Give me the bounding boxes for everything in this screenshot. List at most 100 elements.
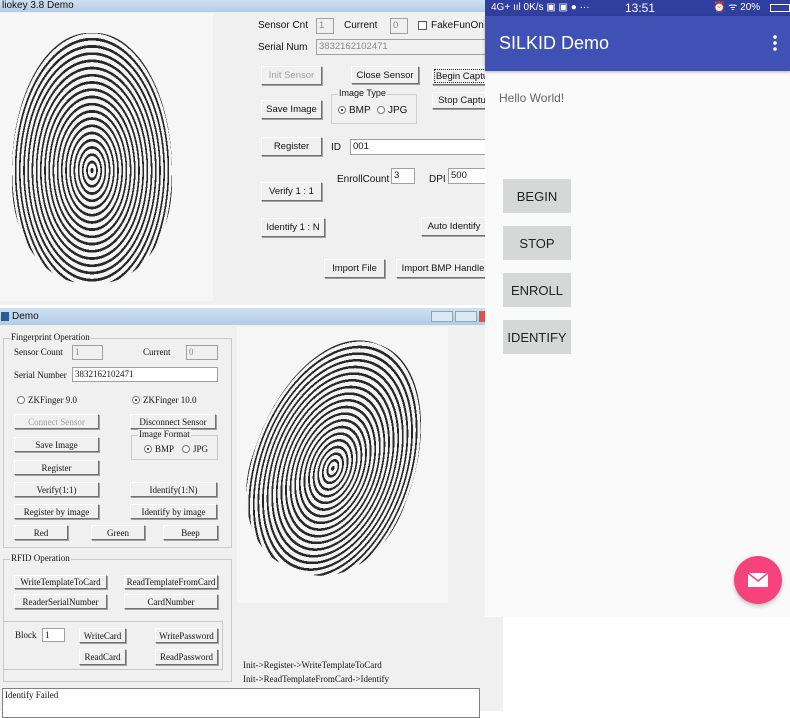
enroll-button[interactable]: ENROLL: [503, 273, 571, 307]
android-screen: 4G+ ııl 0K/s ▣ ▣ ● ··· 13:51 ⏰ ᯤ 20% SIL…: [485, 0, 790, 617]
fingerprint-image: [237, 327, 448, 603]
stop-capture-button[interactable]: Stop Captu: [432, 92, 492, 109]
connect-sensor-button[interactable]: Connect Sensor: [14, 414, 99, 429]
radio-icon: [182, 445, 190, 453]
red-button[interactable]: Red: [14, 525, 68, 540]
app-title: SILKID Demo: [499, 33, 610, 53]
save-image-button[interactable]: Save Image: [261, 100, 322, 119]
group-label: Image Format: [138, 429, 191, 439]
fake-fun-checkbox[interactable]: [418, 21, 427, 30]
battery-icon: [770, 4, 790, 12]
enroll-count-label: EnrollCount: [337, 174, 390, 185]
top-demo-window: liokey 3.8 Demo Sensor Cnt 1 Current 0 F…: [0, 0, 492, 305]
dpi-label: DPI: [429, 174, 446, 185]
id-label: ID: [331, 142, 341, 153]
image-type-label: Image Type: [338, 88, 387, 98]
import-bmp-button[interactable]: Import BMP Handle: [396, 259, 490, 278]
window-title: Demo: [12, 311, 39, 322]
write-template-button[interactable]: WriteTemplateToCard: [14, 575, 107, 589]
status-right: ⏰ ᯤ 20%: [713, 2, 761, 13]
bmp-radio[interactable]: BMP: [144, 444, 174, 454]
read-password-button[interactable]: ReadPassword: [155, 649, 218, 665]
group-label: RFID Operation: [10, 553, 71, 563]
status-bar: 4G+ ııl 0K/s ▣ ▣ ● ··· 13:51 ⏰ ᯤ 20%: [485, 0, 790, 16]
serial-number-label: Serial Number: [14, 370, 67, 380]
log-output[interactable]: Identify Failed: [2, 688, 480, 718]
sensor-cnt-label: Sensor Cnt: [258, 20, 309, 31]
bmp-radio[interactable]: BMP: [338, 105, 371, 116]
init-sensor-button[interactable]: Init Sensor: [261, 66, 322, 85]
hint-identify-flow: Init->ReadTemplateFromCard->Identify: [243, 674, 389, 684]
serial-num-field[interactable]: 3832162102471: [316, 39, 490, 55]
sensor-count-field[interactable]: 1: [72, 345, 103, 360]
verify-button[interactable]: Verify 1 : 1: [261, 182, 322, 201]
bottom-demo-window: Demo Fingerprint Operation Sensor Count …: [0, 308, 503, 718]
auto-identify-button[interactable]: Auto Identify: [421, 217, 487, 236]
radio-icon: [17, 396, 25, 404]
current-field[interactable]: 0: [390, 18, 408, 34]
app-toolbar: SILKID Demo: [485, 16, 790, 71]
title-bar: liokey 3.8 Demo: [0, 0, 490, 12]
fab-mail-button[interactable]: [734, 556, 782, 604]
begin-capture-button[interactable]: Begin Captu: [432, 67, 492, 85]
minimize-button[interactable]: [431, 311, 453, 322]
app-icon: [1, 312, 9, 321]
register-button[interactable]: Register: [14, 460, 99, 475]
identify-button[interactable]: Identify 1 : N: [261, 218, 325, 237]
overflow-menu-icon[interactable]: [773, 34, 777, 52]
mail-icon: [747, 572, 769, 587]
save-image-button[interactable]: Save Image: [14, 437, 99, 452]
title-bar: Demo: [0, 308, 503, 325]
write-card-button[interactable]: WriteCard: [79, 628, 126, 643]
radio-icon: [377, 106, 385, 114]
current-label: Current: [143, 347, 171, 357]
identify-button[interactable]: Identify(1:N): [130, 482, 217, 497]
zkfinger9-radio[interactable]: ZKFinger 9.0: [17, 395, 77, 405]
sensor-cnt-field[interactable]: 1: [316, 18, 334, 34]
id-field[interactable]: 001: [350, 139, 490, 155]
radio-icon: [132, 396, 140, 404]
current-label: Current: [344, 20, 378, 31]
log-text: Identify Failed: [5, 690, 59, 700]
jpg-radio[interactable]: JPG: [182, 444, 208, 454]
window-title: liokey 3.8 Demo: [2, 0, 74, 11]
hello-text: Hello World!: [499, 91, 565, 105]
beep-button[interactable]: Beep: [163, 525, 218, 540]
register-button[interactable]: Register: [261, 137, 322, 156]
radio-icon: [144, 445, 152, 453]
reader-serial-button[interactable]: ReaderSerialNumber: [14, 594, 107, 609]
card-number-button[interactable]: CardNumber: [124, 594, 218, 609]
block-label: Block: [15, 630, 37, 640]
fake-fun-label: FakeFunOn: [431, 20, 484, 31]
write-password-button[interactable]: WritePassword: [155, 628, 218, 643]
radio-icon: [338, 106, 346, 114]
current-field[interactable]: 0: [186, 345, 218, 360]
identify-by-image-button[interactable]: Identify by image: [130, 504, 217, 519]
enroll-count-field[interactable]: 3: [391, 168, 415, 184]
stop-button[interactable]: STOP: [503, 226, 571, 260]
group-label: Fingerprint Operation: [10, 332, 91, 342]
clock: 13:51: [625, 1, 656, 15]
read-card-button[interactable]: ReadCard: [79, 649, 126, 665]
sensor-count-label: Sensor Count: [14, 347, 63, 357]
status-left: 4G+ ııl 0K/s ▣ ▣ ● ···: [491, 2, 590, 13]
disconnect-sensor-button[interactable]: Disconnect Sensor: [130, 414, 216, 429]
image-format-group: Image Format BMP JPG: [131, 429, 218, 460]
close-sensor-button[interactable]: Close Sensor: [351, 66, 419, 84]
dpi-field[interactable]: 500: [448, 168, 490, 184]
zkfinger10-radio[interactable]: ZKFinger 10.0: [132, 395, 197, 405]
serial-num-label: Serial Num: [258, 42, 308, 53]
serial-number-field[interactable]: 3832162102471: [72, 367, 218, 382]
read-template-button[interactable]: ReadTemplateFromCard: [124, 575, 218, 589]
maximize-button[interactable]: [455, 311, 477, 322]
block-field[interactable]: 1: [42, 628, 65, 642]
green-button[interactable]: Green: [91, 525, 145, 540]
jpg-radio[interactable]: JPG: [377, 105, 407, 116]
register-by-image-button[interactable]: Register by image: [14, 504, 99, 519]
verify-button[interactable]: Verify(1:1): [14, 482, 99, 497]
hint-register-flow: Init->Register->WriteTemplateToCard: [243, 660, 382, 670]
begin-button[interactable]: BEGIN: [503, 179, 571, 213]
identify-button[interactable]: IDENTIFY: [503, 320, 571, 354]
import-file-button[interactable]: Import File: [324, 259, 385, 278]
fingerprint-image: [0, 13, 213, 301]
